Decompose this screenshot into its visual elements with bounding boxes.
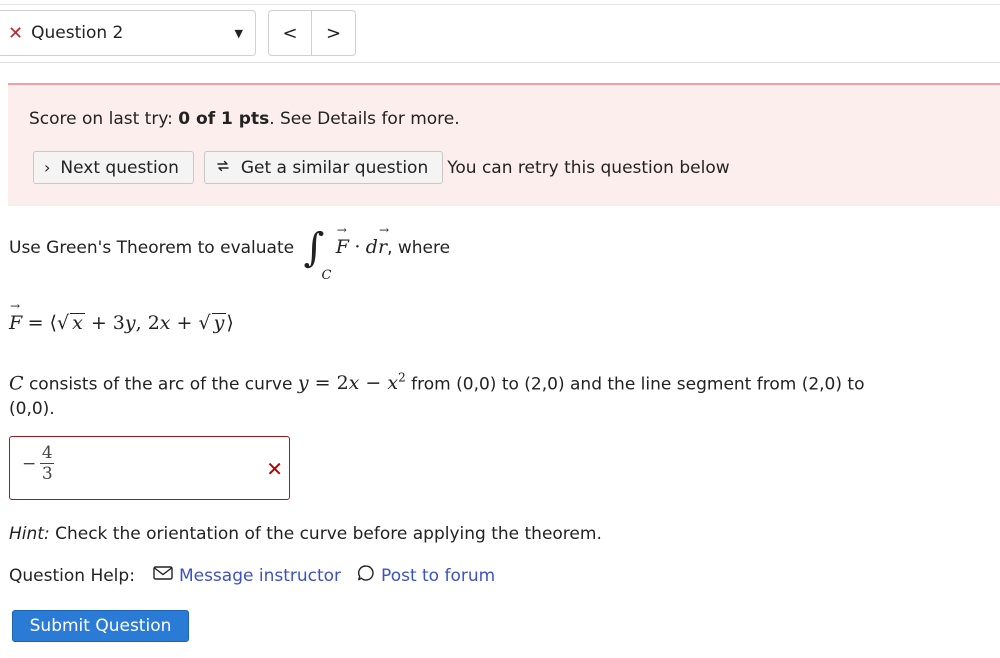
field-expression: = ⟨√ x + 3y, 2x + √ y ⟩	[27, 312, 234, 334]
problem-intro: Use Green's Theorem to evaluate	[9, 238, 295, 258]
score-panel: Score on last try: 0 of 1 pts. See Detai…	[8, 83, 1000, 206]
answer-input[interactable]: − 4 3 ✕	[9, 436, 290, 500]
next-question-arrow-button[interactable]: >	[312, 10, 356, 56]
where-text: , where	[387, 238, 451, 258]
top-divider	[0, 4, 1000, 5]
incorrect-x-icon: ✕	[8, 22, 24, 44]
curve-description: C consists of the arc of the curve y = 2…	[9, 366, 969, 422]
post-to-forum-label: Post to forum	[381, 565, 496, 586]
answer-denominator: 3	[41, 464, 53, 484]
question-select[interactable]: ✕ Question 2 ▼	[0, 10, 256, 56]
next-question-label: Next question	[60, 157, 179, 178]
similar-question-label: Get a similar question	[240, 157, 429, 178]
chevron-right-icon: ›	[44, 158, 51, 177]
question-select-label: Question 2	[31, 23, 124, 43]
vector-f: F	[336, 223, 349, 258]
field-symbol: F	[9, 299, 22, 334]
field-definition: F = ⟨√x + 3y, 2x + √y⟩	[9, 299, 234, 334]
speech-bubble-icon	[357, 564, 375, 587]
score-prefix: Score on last try:	[29, 109, 179, 129]
post-to-forum-link[interactable]: Post to forum	[357, 564, 495, 587]
score-actions: › Next question Get a similar question Y…	[33, 151, 730, 184]
hint: Hint: Check the orientation of the curve…	[9, 524, 602, 544]
chevron-down-icon: ▼	[234, 26, 243, 40]
problem-intro-line: Use Green's Theorem to evaluate ∫C F · d…	[9, 223, 451, 283]
message-instructor-link[interactable]: Message instructor	[153, 565, 341, 586]
hint-text: Check the orientation of the curve befor…	[49, 524, 602, 544]
line-integral: ∫ C	[303, 225, 332, 283]
curve-text-1: consists of the arc of the curve	[23, 374, 298, 395]
question-help-label: Question Help:	[9, 565, 135, 586]
score-suffix: . See Details for more.	[269, 109, 460, 129]
header-divider	[0, 62, 1000, 63]
message-instructor-label: Message instructor	[178, 565, 342, 586]
previous-question-button[interactable]: <	[268, 10, 312, 56]
question-help: Question Help: Message instructor Post t…	[9, 564, 495, 587]
curve-equation: y = 2x − x2	[297, 371, 406, 395]
next-question-button[interactable]: › Next question	[33, 151, 194, 184]
score-value: 0 of 1 pts	[178, 109, 270, 129]
repeat-icon	[215, 158, 231, 178]
vector-r: r	[378, 223, 389, 258]
score-text: Score on last try: 0 of 1 pts. See Detai…	[29, 109, 460, 129]
envelope-icon	[153, 565, 173, 586]
d-symbol: d	[365, 236, 378, 258]
curve-text-2: from (0,0) to (2,0) and the line segment…	[405, 374, 865, 395]
answer-numerator: 4	[41, 443, 53, 463]
question-nav: < >	[268, 10, 356, 56]
answer-sign: −	[22, 453, 37, 474]
answer-fraction: − 4 3	[22, 443, 55, 484]
retry-text: You can retry this question below	[447, 157, 730, 178]
hint-label: Hint:	[9, 524, 50, 544]
submit-question-button[interactable]: Submit Question	[12, 610, 189, 642]
dot-operator: ·	[354, 236, 361, 258]
integral-subscript: C	[321, 268, 332, 283]
curve-letter: C	[9, 372, 24, 395]
similar-question-button[interactable]: Get a similar question	[203, 151, 444, 184]
curve-text-3: (0,0).	[9, 399, 55, 420]
incorrect-icon: ✕	[266, 457, 283, 481]
